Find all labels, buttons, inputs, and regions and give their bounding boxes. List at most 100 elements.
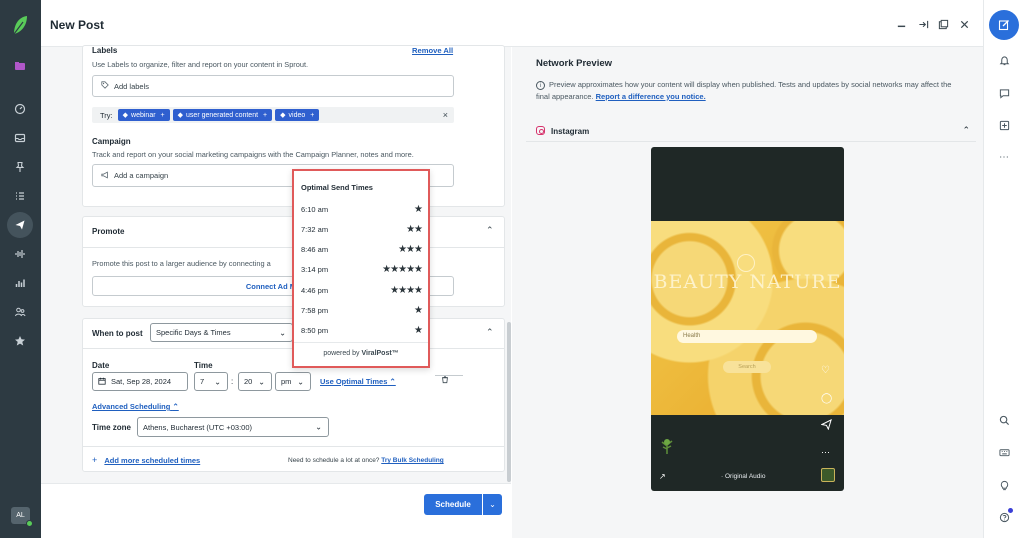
ampm-select[interactable]: pm ⌄ <box>275 372 311 391</box>
suggestion-tag-user-generated-content[interactable]: ◆ user generated content + <box>172 109 273 121</box>
when-to-post-select[interactable]: Specific Days & Times ⌄ <box>150 323 293 342</box>
schedule-button[interactable]: Schedule <box>424 494 482 515</box>
user-avatar[interactable]: AL <box>11 507 33 527</box>
promote-description: Promote this post to a larger audience b… <box>92 259 271 268</box>
brand-emblem-icon <box>737 254 755 272</box>
suggestion-tag-webinar[interactable]: ◆ webinar + <box>117 109 170 121</box>
compose-edit-icon[interactable] <box>989 10 1019 40</box>
folder-icon[interactable] <box>10 56 30 76</box>
plus-icon: + <box>92 455 98 465</box>
sprout-logo-icon[interactable] <box>11 14 29 36</box>
people-icon[interactable] <box>10 302 30 322</box>
clear-suggestions-close-icon[interactable]: × <box>443 110 448 120</box>
bulk-prefix: Need to schedule a lot at once? <box>288 457 380 464</box>
calendar-icon <box>98 377 106 387</box>
star-icon[interactable] <box>10 331 30 351</box>
optimal-time-label: 4:46 pm <box>301 285 329 295</box>
left-navigation: AL <box>0 0 41 538</box>
tag-add-icon: + <box>160 111 165 119</box>
hour-select[interactable]: 7 ⌄ <box>194 372 228 391</box>
messages-icon[interactable] <box>997 86 1011 100</box>
powered-prefix: powered by <box>323 350 360 357</box>
rating-star-icon: ★ <box>414 305 423 316</box>
chevron-up-icon[interactable]: ⌃ <box>962 125 970 136</box>
ampm-value: pm <box>281 377 292 386</box>
report-difference-link[interactable]: Report a difference you notice. <box>596 92 706 101</box>
popout-icon[interactable] <box>937 18 949 30</box>
optimal-time-option[interactable]: 6:10 am ★ <box>301 203 423 215</box>
editor-scrollbar[interactable] <box>507 322 511 482</box>
time-zone-select[interactable]: Athens, Bucharest (UTC +03:00) ⌄ <box>137 417 329 437</box>
image-search-bar: Health <box>677 330 817 343</box>
tag-add-icon: + <box>263 111 268 119</box>
divider <box>435 375 463 376</box>
try-label: Try: <box>100 110 113 120</box>
delete-trash-icon[interactable] <box>441 375 449 386</box>
add-task-icon[interactable] <box>997 118 1011 132</box>
labels-title: Labels <box>92 46 118 55</box>
expand-icon[interactable] <box>917 18 929 30</box>
chevron-up-icon[interactable]: ⌃ <box>486 327 494 338</box>
minimize-icon[interactable] <box>895 18 907 30</box>
original-audio-label: · Original Audio <box>721 473 766 480</box>
labels-input[interactable]: Add labels <box>92 75 454 97</box>
help-question-icon[interactable] <box>997 508 1013 524</box>
advanced-scheduling-link[interactable]: Advanced Scheduling ⌃ <box>92 402 179 411</box>
publishing-send-icon[interactable] <box>7 212 33 238</box>
chevron-up-icon: ⌃ <box>172 402 179 411</box>
optimal-time-option[interactable]: 8:46 am ★★★ <box>301 244 423 256</box>
pin-icon[interactable] <box>10 157 30 177</box>
label-suggestions: Try: ◆ webinar + ◆ user generated conten… <box>92 107 454 123</box>
composer-header: New Post <box>41 0 983 47</box>
add-more-scheduled-times-link[interactable]: + Add more scheduled times <box>92 455 200 465</box>
divider <box>83 446 504 447</box>
keyboard-icon[interactable] <box>997 445 1011 459</box>
rating-star-icon: ★ <box>414 203 423 215</box>
tag-icon: ◆ <box>122 112 129 119</box>
chevron-down-icon: ⌄ <box>315 422 322 432</box>
optimal-time-option[interactable]: 4:46 pm ★★★★ <box>301 284 423 296</box>
optimal-time-option[interactable]: 8:50 pm ★ <box>301 325 423 337</box>
optimal-time-label: 3:14 pm <box>301 265 329 275</box>
campaign-description: Track and report on your social marketin… <box>92 150 414 159</box>
search-icon[interactable] <box>997 413 1011 427</box>
notifications-bell-icon[interactable] <box>997 53 1011 67</box>
remove-all-link[interactable]: Remove All <box>412 46 453 55</box>
rating-star-icon: ★★★★ <box>390 284 423 296</box>
listening-waveform-icon[interactable] <box>10 244 30 264</box>
schedule-options-chevron-down-icon[interactable]: ⌄ <box>483 494 502 515</box>
close-icon[interactable] <box>958 18 970 30</box>
optimal-send-times-popover: Optimal Send Times 6:10 am ★ 7:32 am ★★ 8:46… <box>292 169 430 368</box>
optimal-time-option[interactable]: 7:58 pm ★ <box>301 305 423 317</box>
instagram-preview-header[interactable]: Instagram ⌃ <box>526 120 976 142</box>
more-icon[interactable]: ⋯ <box>997 150 1011 164</box>
composer-footer: Schedule ⌄ <box>41 483 511 538</box>
when-to-post-label: When to post <box>92 329 143 338</box>
inbox-icon[interactable] <box>10 128 30 148</box>
post-image <box>651 221 844 415</box>
labels-placeholder: Add labels <box>114 81 150 91</box>
powered-brand: ViralPost™ <box>361 350 399 357</box>
suggestion-tag-video[interactable]: ◆ video + <box>275 109 320 121</box>
minute-select[interactable]: 20 ⌄ <box>238 372 272 391</box>
date-value: Sat, Sep 28, 2024 <box>111 377 172 386</box>
dashboard-icon[interactable] <box>10 99 30 119</box>
optimal-time-option[interactable]: 3:14 pm ★★★★★ <box>301 264 423 276</box>
reports-bar-chart-icon[interactable] <box>10 273 30 293</box>
optimal-time-option[interactable]: 7:32 am ★★ <box>301 223 423 235</box>
chevron-up-icon[interactable]: ⌃ <box>486 225 494 236</box>
optimal-time-label: 7:58 pm <box>301 306 329 315</box>
advanced-scheduling-label: Advanced Scheduling <box>92 402 171 411</box>
network-name: Instagram <box>551 127 590 136</box>
date-picker[interactable]: Sat, Sep 28, 2024 <box>92 372 188 391</box>
chevron-down-icon: ⌄ <box>279 328 286 337</box>
post-editor-panel: Labels Remove All Use Labels to organize… <box>41 45 511 538</box>
list-icon[interactable] <box>10 186 30 206</box>
lightbulb-icon[interactable] <box>997 478 1011 492</box>
rating-star-icon: ★ <box>414 325 423 337</box>
online-status-dot <box>26 520 33 527</box>
optimal-time-label: 6:10 am <box>301 204 329 214</box>
bulk-scheduling-link[interactable]: Try Bulk Scheduling <box>381 457 443 464</box>
use-optimal-times-link[interactable]: Use Optimal Times ⌃ <box>320 377 396 386</box>
tag-label: webinar <box>131 111 156 119</box>
